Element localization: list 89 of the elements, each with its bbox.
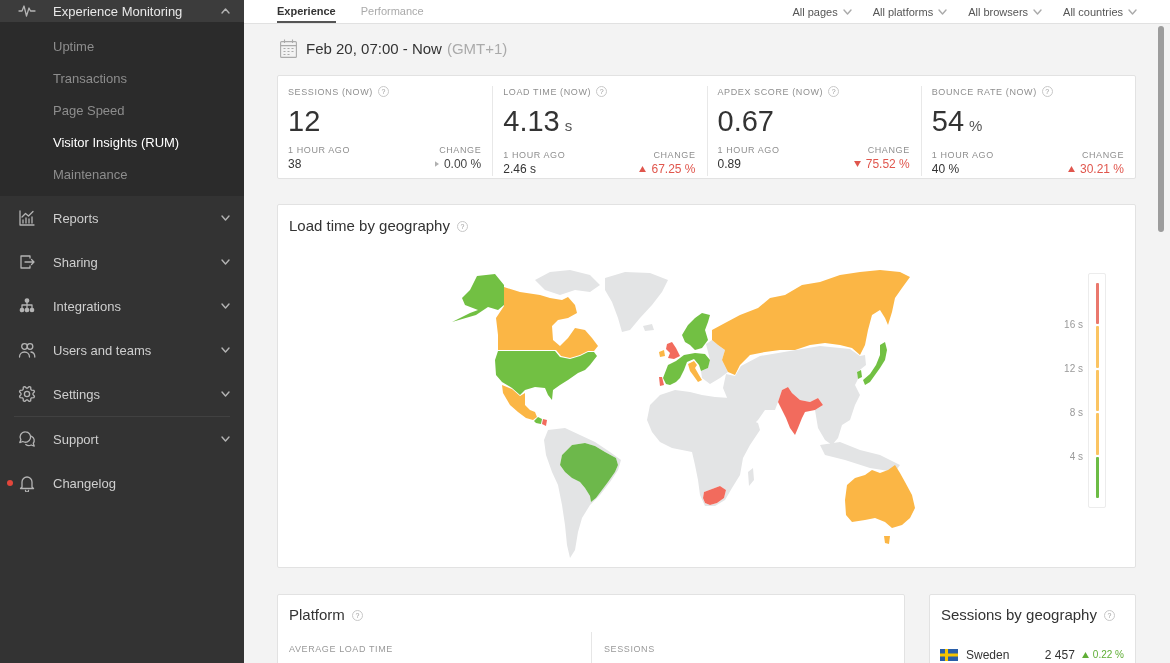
country-shape[interactable] xyxy=(845,465,915,544)
change-value: 30.21 % xyxy=(1079,162,1124,176)
nav-item[interactable]: Settings xyxy=(0,372,244,416)
legend-label: 4 s xyxy=(1069,451,1083,463)
country-shape[interactable] xyxy=(863,342,887,385)
country-shape[interactable] xyxy=(712,270,910,375)
metric-unit: % xyxy=(969,116,983,136)
card-title: Platform xyxy=(289,605,345,625)
change-value: 0.22 % xyxy=(1092,648,1124,662)
nav-subitem[interactable]: Visitor Insights (RUM) xyxy=(0,126,244,158)
country-shape[interactable] xyxy=(534,417,542,424)
metric-unit: s xyxy=(564,116,573,136)
users-icon xyxy=(18,341,36,359)
chevron-down-icon xyxy=(1033,8,1043,15)
tab[interactable]: Experience xyxy=(277,0,336,23)
country-shape[interactable] xyxy=(452,274,504,322)
nav-item[interactable]: Experience Monitoring xyxy=(0,0,244,22)
previous-label: 1 HOUR AGO xyxy=(931,150,994,160)
hierarchy-icon xyxy=(18,297,36,315)
nav-item[interactable]: Users and teams xyxy=(0,328,244,372)
scrollbar-thumb[interactable] xyxy=(1158,26,1164,232)
country-shape[interactable] xyxy=(663,353,710,385)
gear-icon xyxy=(18,385,36,403)
chart-icon xyxy=(18,209,36,227)
country-shape[interactable] xyxy=(542,419,547,426)
nav-item[interactable]: Reports xyxy=(0,196,244,240)
country-name: Sweden xyxy=(966,648,1010,662)
previous-value: 40 % xyxy=(931,162,960,176)
pulse-icon xyxy=(18,4,36,18)
nav-item[interactable]: Support xyxy=(0,417,244,461)
column-header: SESSIONS xyxy=(604,644,655,654)
card-title: Sessions by geography xyxy=(941,605,1097,625)
country-shape[interactable] xyxy=(703,486,726,505)
previous-value: 0.89 xyxy=(717,157,741,171)
sessions-count: 2 457 xyxy=(1044,648,1075,662)
filter-dropdown[interactable]: All browsers xyxy=(968,0,1043,23)
nav-subitem[interactable]: Uptime xyxy=(0,30,244,62)
nav-item[interactable]: Changelog xyxy=(0,461,244,505)
change-label: CHANGE xyxy=(867,145,910,155)
nav-subitem[interactable]: Page Speed xyxy=(0,94,244,126)
metric-value: 12 xyxy=(288,104,321,138)
legend-label: 8 s xyxy=(1069,407,1083,419)
nav-subitem[interactable]: Maintenance xyxy=(0,158,244,190)
filter-dropdown[interactable]: All platforms xyxy=(872,0,948,23)
previous-label: 1 HOUR AGO xyxy=(288,145,350,155)
chat-icon xyxy=(18,430,36,448)
card-title: Load time by geography xyxy=(289,216,450,236)
previous-label: 1 HOUR AGO xyxy=(503,150,566,160)
change-value: 75.52 % xyxy=(865,157,910,171)
change-label: CHANGE xyxy=(653,150,696,160)
change-value: 0.00 % xyxy=(443,157,482,171)
change-label: CHANGE xyxy=(439,145,482,155)
country-shape[interactable] xyxy=(495,351,597,400)
country-shape[interactable] xyxy=(496,287,598,358)
metric-label: APDEX SCORE (NOW) xyxy=(717,86,824,97)
box-arrow-icon xyxy=(18,253,36,271)
calendar-icon[interactable] xyxy=(280,38,297,58)
previous-value: 2.46 s xyxy=(503,162,536,176)
country-shape[interactable] xyxy=(560,443,618,502)
chevron-down-icon xyxy=(938,8,948,15)
date-range[interactable]: Feb 20, 07:00 - Now xyxy=(306,39,442,57)
country-shape[interactable] xyxy=(778,387,823,435)
metric-value: 4.13 xyxy=(503,104,560,138)
country-shape[interactable] xyxy=(688,361,702,382)
column-header: AVERAGE LOAD TIME xyxy=(289,644,393,654)
nav-item[interactable]: Integrations xyxy=(0,284,244,328)
metric-label: LOAD TIME (NOW) xyxy=(503,86,592,97)
filter-dropdown[interactable]: All pages xyxy=(792,0,852,23)
previous-value: 38 xyxy=(288,157,302,171)
nav-item[interactable]: Sharing xyxy=(0,240,244,284)
change-label: CHANGE xyxy=(1081,150,1124,160)
filter-dropdown[interactable]: All countries xyxy=(1063,0,1137,23)
country-shape[interactable] xyxy=(502,385,537,420)
metric-label: BOUNCE RATE (NOW) xyxy=(931,86,1037,97)
chevron-down-icon xyxy=(842,8,852,15)
flag-icon xyxy=(940,649,958,661)
change-value: 67.25 % xyxy=(651,162,696,176)
bell-icon xyxy=(18,474,36,492)
country-shape[interactable] xyxy=(682,313,710,350)
metric-label: SESSIONS (NOW) xyxy=(288,86,373,97)
nav-subitem[interactable]: Transactions xyxy=(0,62,244,94)
previous-label: 1 HOUR AGO xyxy=(717,145,780,155)
timezone-label: (GMT+1) xyxy=(446,39,508,57)
metric-value: 0.67 xyxy=(717,104,774,138)
metric-value: 54 xyxy=(931,104,964,138)
legend-label: 12 s xyxy=(1064,363,1083,375)
chevron-down-icon xyxy=(1128,8,1137,15)
legend-label: 16 s xyxy=(1064,319,1083,331)
country-shape[interactable] xyxy=(666,342,680,359)
